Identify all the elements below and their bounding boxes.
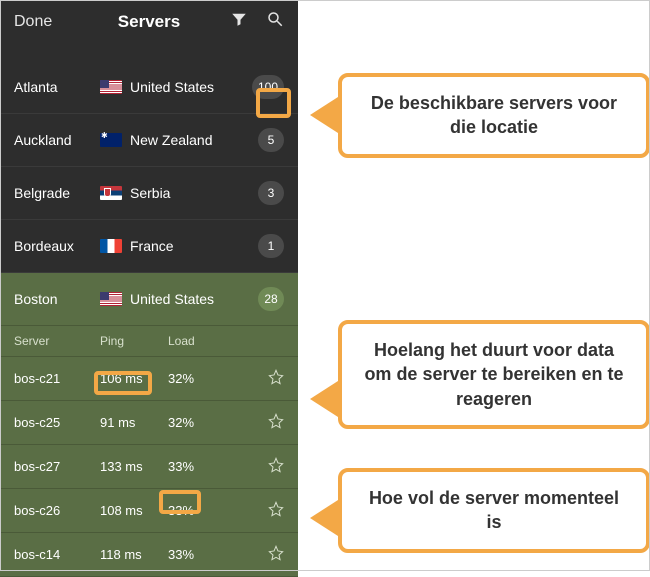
location-row[interactable]: BelgradeSerbia3 xyxy=(0,167,298,220)
app-header: Done Servers xyxy=(0,0,298,43)
flag-icon xyxy=(100,186,122,200)
favorite-star-icon[interactable] xyxy=(268,545,284,564)
server-name: bos-c27 xyxy=(14,459,100,474)
location-city: Belgrade xyxy=(14,185,100,201)
arrow-icon xyxy=(310,500,338,536)
callout-text: Hoelang het duurt voor data om de server… xyxy=(338,320,650,429)
filter-icon[interactable] xyxy=(230,10,248,33)
server-count-badge: 28 xyxy=(258,287,284,311)
server-row[interactable]: bos-c2591 ms32% xyxy=(0,401,298,445)
location-country: France xyxy=(100,238,258,254)
server-ping: 91 ms xyxy=(100,415,168,430)
callout-ping: Hoelang het duurt voor data om de server… xyxy=(310,320,650,429)
favorite-star-icon[interactable] xyxy=(268,369,284,388)
location-city: Auckland xyxy=(14,132,100,148)
server-name: bos-c14 xyxy=(14,547,100,562)
server-row[interactable]: bos-c26108 ms33% xyxy=(0,489,298,533)
callout-count: De beschikbare servers voor die locatie xyxy=(310,73,650,158)
location-city: Atlanta xyxy=(14,79,100,95)
flag-icon xyxy=(100,239,122,253)
server-row[interactable]: bos-c14118 ms33% xyxy=(0,533,298,577)
server-load: 33% xyxy=(168,459,268,474)
server-name: bos-c21 xyxy=(14,371,100,386)
arrow-icon xyxy=(310,381,338,417)
callout-text: Hoe vol de server momenteel is xyxy=(338,468,650,553)
arrow-icon xyxy=(310,97,338,133)
location-city: Boston xyxy=(14,291,100,307)
favorite-star-icon[interactable] xyxy=(268,501,284,520)
server-ping: 108 ms xyxy=(100,503,168,518)
flag-icon xyxy=(100,80,122,94)
server-load: 33% xyxy=(168,547,268,562)
header-actions xyxy=(230,10,284,33)
server-ping: 106 ms xyxy=(100,371,168,386)
location-country: United States xyxy=(100,79,252,95)
server-row[interactable]: bos-c27133 ms33% xyxy=(0,445,298,489)
location-country: New Zealand xyxy=(100,132,258,148)
server-count-badge: 5 xyxy=(258,128,284,152)
col-ping: Ping xyxy=(100,334,168,348)
location-country: United States xyxy=(100,291,258,307)
search-icon[interactable] xyxy=(266,10,284,33)
location-row[interactable]: AtlantaUnited States100 xyxy=(0,61,298,114)
callout-load: Hoe vol de server momenteel is xyxy=(310,468,650,553)
location-city: Bordeaux xyxy=(14,238,100,254)
server-count-badge: 1 xyxy=(258,234,284,258)
servers-app: Done Servers Servers Favorites AtlantaUn… xyxy=(0,0,298,571)
server-load: 33% xyxy=(168,503,268,518)
server-ping: 133 ms xyxy=(100,459,168,474)
location-list: AtlantaUnited States100AucklandNew Zeala… xyxy=(0,61,298,326)
server-load: 32% xyxy=(168,371,268,386)
location-row[interactable]: AucklandNew Zealand5 xyxy=(0,114,298,167)
location-row[interactable]: BordeauxFrance1 xyxy=(0,220,298,273)
server-list: bos-c21106 ms32%bos-c2591 ms32%bos-c2713… xyxy=(0,357,298,577)
server-name: bos-c25 xyxy=(14,415,100,430)
col-load: Load xyxy=(168,334,284,348)
favorite-star-icon[interactable] xyxy=(268,413,284,432)
server-count-badge: 3 xyxy=(258,181,284,205)
done-button[interactable]: Done xyxy=(14,13,52,31)
server-name: bos-c26 xyxy=(14,503,100,518)
col-server: Server xyxy=(14,334,100,348)
callout-text: De beschikbare servers voor die locatie xyxy=(338,73,650,158)
server-count-badge: 100 xyxy=(252,75,284,99)
server-table-header: Server Ping Load xyxy=(0,326,298,357)
favorite-star-icon[interactable] xyxy=(268,457,284,476)
location-row[interactable]: BostonUnited States28 xyxy=(0,273,298,326)
page-title: Servers xyxy=(118,12,180,32)
flag-icon xyxy=(100,133,122,147)
flag-icon xyxy=(100,292,122,306)
server-row[interactable]: bos-c21106 ms32% xyxy=(0,357,298,401)
server-ping: 118 ms xyxy=(100,547,168,562)
location-country: Serbia xyxy=(100,185,258,201)
server-load: 32% xyxy=(168,415,268,430)
